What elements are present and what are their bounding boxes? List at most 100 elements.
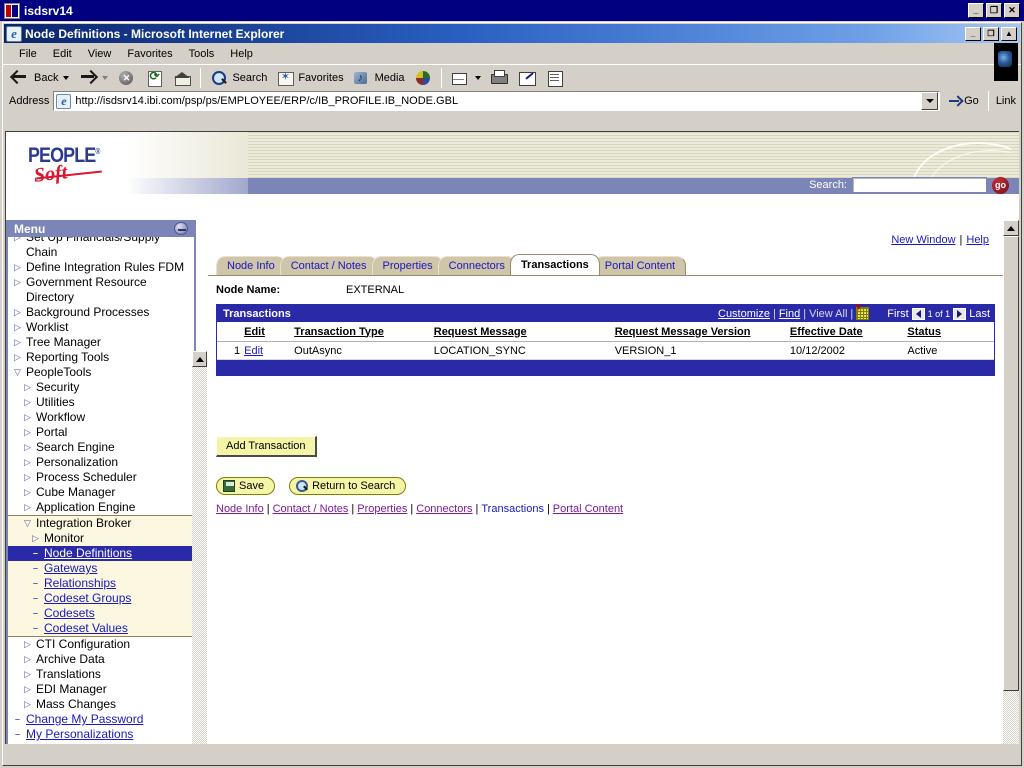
forward-button[interactable] bbox=[73, 67, 112, 89]
sidebar-item-worklist[interactable]: ▷Worklist bbox=[8, 320, 194, 335]
table-row[interactable]: 1 Edit OutAsync LOCATION_SYNC VERSION_1 … bbox=[217, 342, 994, 360]
return-to-search-button[interactable]: Return to Search bbox=[289, 477, 406, 495]
sidebar-item-codesets[interactable]: –Codesets bbox=[8, 606, 194, 621]
history-button[interactable] bbox=[409, 67, 437, 89]
media-button[interactable]: Media bbox=[348, 67, 409, 89]
new-window-link[interactable]: New Window bbox=[891, 234, 955, 246]
sidebar-item-search-engine[interactable]: ▷Search Engine bbox=[8, 440, 194, 455]
print-button[interactable] bbox=[485, 67, 513, 89]
mdi-restore-button[interactable]: ❐ bbox=[983, 27, 999, 41]
scroll-thumb[interactable] bbox=[1003, 236, 1019, 691]
mail-chevron-down-icon[interactable] bbox=[475, 76, 481, 80]
back-history-chevron-down-icon[interactable] bbox=[63, 76, 69, 80]
search-button[interactable]: Search bbox=[205, 67, 271, 89]
add-transaction-button[interactable]: Add Transaction bbox=[216, 436, 317, 457]
menu-scroll-up-button[interactable] bbox=[192, 351, 207, 367]
grid-col-request-message[interactable]: Request Message bbox=[434, 326, 615, 338]
mdi-maximize-button[interactable]: ▲ bbox=[1001, 27, 1017, 41]
scroll-up-button[interactable] bbox=[1003, 220, 1019, 236]
close-button[interactable]: ✕ bbox=[1004, 3, 1020, 18]
page-footer-links[interactable]: Node Info|Contact / Notes|Properties|Con… bbox=[216, 503, 1003, 515]
edit-link[interactable]: Edit bbox=[244, 345, 263, 357]
sidebar-item-codeset-values[interactable]: –Codeset Values bbox=[8, 621, 194, 637]
sidebar-item-integration-broker[interactable]: ▽Integration Broker bbox=[8, 515, 194, 531]
sidebar-item-utilities[interactable]: ▷Utilities bbox=[8, 395, 194, 410]
save-button[interactable]: Save bbox=[216, 477, 275, 495]
sidebar-item-application-engine[interactable]: ▷Application Engine bbox=[8, 500, 194, 515]
sidebar-item-node-definitions[interactable]: –Node Definitions bbox=[8, 546, 194, 561]
first-page-label[interactable]: First bbox=[887, 308, 908, 320]
mdi-minimize-button[interactable]: _ bbox=[965, 27, 981, 41]
back-button[interactable]: Back bbox=[7, 67, 73, 89]
footer-link-node-info[interactable]: Node Info bbox=[216, 503, 264, 515]
menu-item-list[interactable]: ▷Set Up Financials/Supply Chain▷Define I… bbox=[8, 237, 194, 762]
next-page-icon[interactable] bbox=[953, 308, 966, 320]
sidebar-item-edi-manager[interactable]: ▷EDI Manager bbox=[8, 682, 194, 697]
sidebar-item-process-scheduler[interactable]: ▷Process Scheduler bbox=[8, 470, 194, 485]
sidebar-item-relationships[interactable]: –Relationships bbox=[8, 576, 194, 591]
sidebar-item-mass-changes[interactable]: ▷Mass Changes bbox=[8, 697, 194, 712]
menu-scroll-track[interactable] bbox=[192, 367, 207, 763]
footer-link-contact-notes[interactable]: Contact / Notes bbox=[273, 503, 349, 515]
menu-favorites[interactable]: Favorites bbox=[119, 46, 180, 62]
portal-search-input[interactable] bbox=[852, 177, 987, 193]
help-link[interactable]: Help bbox=[966, 234, 989, 246]
sidebar-item-reporting-tools[interactable]: ▷Reporting Tools bbox=[8, 350, 194, 365]
portal-search-go-button[interactable]: go bbox=[992, 177, 1009, 194]
sidebar-item-set-up-financials-supply-chain[interactable]: ▷Set Up Financials/Supply Chain bbox=[8, 237, 194, 260]
tab-connectors[interactable]: Connectors bbox=[438, 256, 516, 275]
menu-edit[interactable]: Edit bbox=[45, 46, 80, 62]
sidebar-item-my-personalizations[interactable]: –My Personalizations bbox=[8, 727, 194, 742]
grid-col-edit[interactable]: Edit bbox=[244, 326, 294, 338]
menu-help[interactable]: Help bbox=[222, 46, 261, 62]
sidebar-item-monitor[interactable]: ▷Monitor bbox=[8, 531, 194, 546]
maximize-button[interactable]: ❐ bbox=[986, 3, 1002, 18]
sidebar-item-workflow[interactable]: ▷Workflow bbox=[8, 410, 194, 425]
sidebar-item-gateways[interactable]: –Gateways bbox=[8, 561, 194, 576]
sidebar-item-define-integration-rules-fdm[interactable]: ▷Define Integration Rules FDM bbox=[8, 260, 194, 275]
footer-link-connectors[interactable]: Connectors bbox=[416, 503, 472, 515]
menu-file[interactable]: File bbox=[11, 46, 45, 62]
find-link[interactable]: Find bbox=[779, 308, 800, 320]
home-button[interactable] bbox=[168, 67, 196, 89]
sidebar-item-cti-configuration[interactable]: ▷CTI Configuration bbox=[8, 637, 194, 652]
tab-contact-notes[interactable]: Contact / Notes bbox=[280, 256, 378, 275]
favorites-button[interactable]: Favorites bbox=[271, 67, 347, 89]
last-page-label[interactable]: Last bbox=[969, 308, 990, 320]
minimize-button[interactable]: _ bbox=[968, 3, 984, 18]
menu-tools[interactable]: Tools bbox=[181, 46, 223, 62]
tab-portal-content[interactable]: Portal Content bbox=[594, 256, 686, 275]
sidebar-item-personalization[interactable]: ▷Personalization bbox=[8, 455, 194, 470]
sidebar-item-security[interactable]: ▷Security bbox=[8, 380, 194, 395]
footer-link-properties[interactable]: Properties bbox=[357, 503, 407, 515]
page-tab-strip[interactable]: Node InfoContact / NotesPropertiesConnec… bbox=[216, 254, 1003, 275]
sidebar-item-translations[interactable]: ▷Translations bbox=[8, 667, 194, 682]
page-vertical-scrollbar[interactable] bbox=[1003, 220, 1019, 747]
tab-properties[interactable]: Properties bbox=[372, 256, 444, 275]
address-input[interactable]: http://isdsrv14.ibi.com/psp/ps/EMPLOYEE/… bbox=[53, 91, 940, 111]
peoplesoft-logo[interactable]: PEOPLE® Soft bbox=[28, 142, 118, 188]
sidebar-item-background-processes[interactable]: ▷Background Processes bbox=[8, 305, 194, 320]
grid-col-request-message-version[interactable]: Request Message Version bbox=[615, 326, 790, 338]
sidebar-item-portal[interactable]: ▷Portal bbox=[8, 425, 194, 440]
sidebar-item-peopletools[interactable]: ▽PeopleTools bbox=[8, 365, 194, 380]
grid-col-transaction-type[interactable]: Transaction Type bbox=[294, 326, 434, 338]
footer-link-portal-content[interactable]: Portal Content bbox=[553, 503, 623, 515]
forward-history-chevron-down-icon[interactable] bbox=[102, 76, 108, 80]
stop-button[interactable] bbox=[112, 67, 140, 89]
customize-link[interactable]: Customize bbox=[718, 308, 770, 320]
sidebar-item-tree-manager[interactable]: ▷Tree Manager bbox=[8, 335, 194, 350]
download-grid-icon[interactable] bbox=[856, 307, 869, 320]
sidebar-item-archive-data[interactable]: ▷Archive Data bbox=[8, 652, 194, 667]
grid-col-effective-date[interactable]: Effective Date bbox=[790, 326, 907, 338]
mail-button[interactable] bbox=[446, 67, 485, 89]
menu-view[interactable]: View bbox=[80, 46, 120, 62]
sidebar-item-cube-manager[interactable]: ▷Cube Manager bbox=[8, 485, 194, 500]
tab-transactions[interactable]: Transactions bbox=[510, 254, 600, 275]
sidebar-item-government-resource-directory[interactable]: ▷Government Resource Directory bbox=[8, 275, 194, 305]
address-chevron-down-icon[interactable] bbox=[921, 92, 938, 110]
refresh-button[interactable] bbox=[140, 67, 168, 89]
grid-col-status[interactable]: Status bbox=[907, 326, 994, 338]
edit-button[interactable] bbox=[513, 67, 541, 89]
sidebar-item-codeset-groups[interactable]: –Codeset Groups bbox=[8, 591, 194, 606]
